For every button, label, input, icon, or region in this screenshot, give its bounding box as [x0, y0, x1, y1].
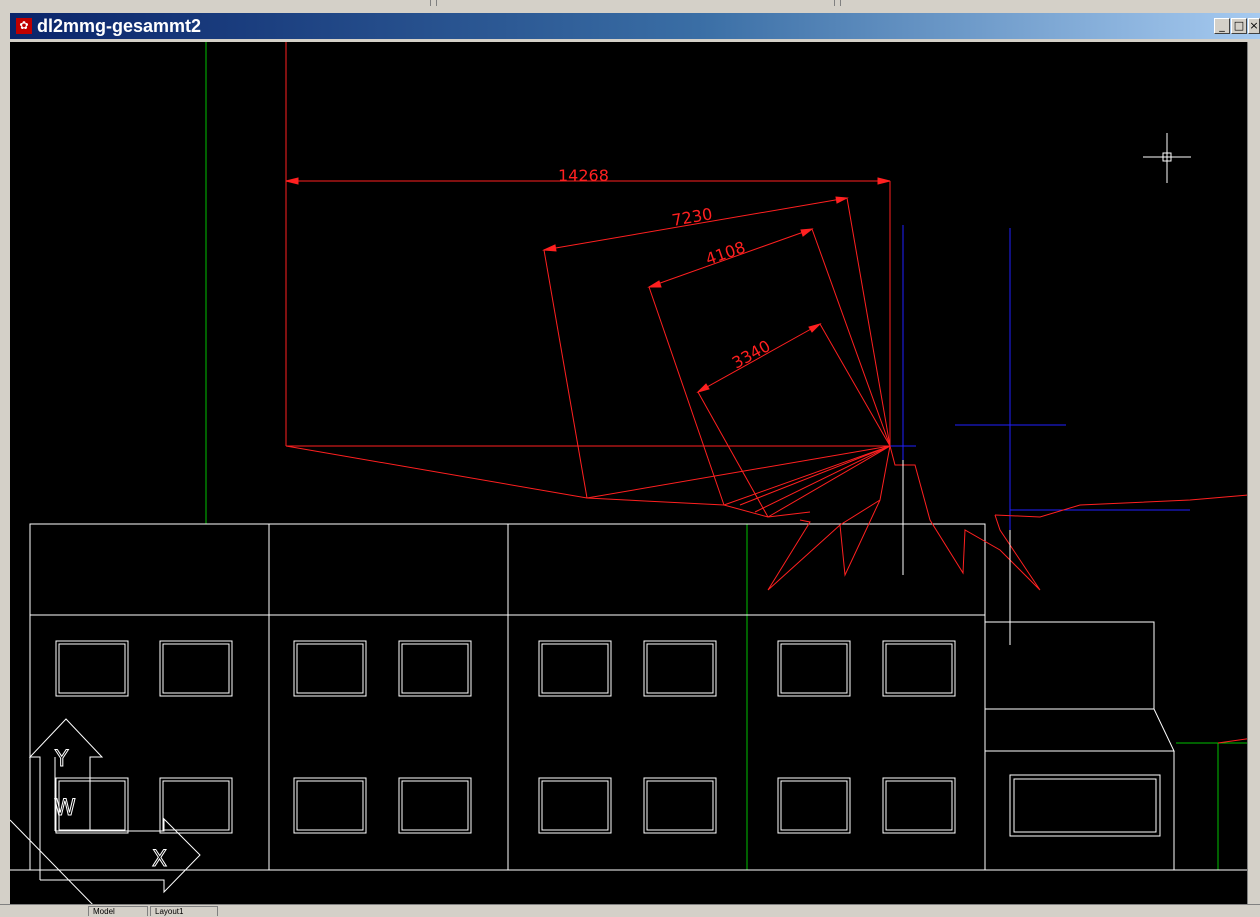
drawing-canvas[interactable]: 14268 7230 4108 3340 Y W X: [10, 42, 1260, 910]
ucs-icon: [10, 718, 201, 910]
building-window: [541, 780, 609, 831]
close-button[interactable]: ×: [1248, 18, 1260, 34]
arrowhead: [647, 280, 662, 288]
vertical-scrollbar[interactable]: [1247, 42, 1260, 910]
arrowhead: [696, 383, 710, 393]
dimension-3340[interactable]: 3340: [729, 336, 774, 372]
arrowhead: [800, 228, 814, 237]
tab-model[interactable]: Model: [88, 906, 148, 916]
ucs-w-label: W: [54, 796, 76, 821]
dimension-7230[interactable]: 7230: [670, 204, 713, 230]
ucs-x-label: X: [152, 847, 167, 872]
building-window: [646, 780, 714, 831]
annex-window-inner: [1013, 778, 1157, 833]
tree-outline: [889, 445, 1041, 591]
outline: [586, 497, 811, 518]
extension-line: [648, 286, 725, 506]
building-window: [646, 643, 714, 694]
cad-drawing: 14268 7230 4108 3340 Y W X: [10, 42, 1260, 910]
building-window: [643, 777, 717, 834]
tree-outline: [839, 499, 881, 577]
grid-lines: [205, 42, 1260, 870]
building-window: [159, 640, 233, 697]
window-titlebar[interactable]: ✿ dl2mmg-gesammt2 _ □ ×: [10, 13, 1260, 39]
building-window: [55, 640, 129, 697]
arrowhead: [285, 177, 299, 185]
building-window: [777, 640, 851, 697]
building-window: [162, 780, 230, 831]
ucs-y-label: Y: [54, 747, 69, 772]
axis-lines: [888, 225, 1190, 530]
building-window: [162, 643, 230, 694]
building-windows: [55, 640, 956, 834]
building-window: [159, 777, 233, 834]
arrowhead: [877, 177, 891, 185]
dimension-14268[interactable]: 14268: [558, 166, 609, 185]
ray-line: [739, 445, 891, 506]
building-window: [293, 640, 367, 697]
crosshair-cursor: [1143, 133, 1191, 183]
annex-window: [1009, 774, 1161, 837]
annex-roof: [985, 708, 1175, 752]
frame-tick: [834, 0, 835, 6]
building-window: [296, 643, 364, 694]
dimension-geometry: [285, 42, 1260, 744]
arrowhead: [835, 196, 849, 204]
building-window: [538, 777, 612, 834]
building-window: [401, 780, 469, 831]
contour-line: [994, 493, 1260, 518]
building-window: [780, 780, 848, 831]
extension-line: [811, 228, 891, 447]
tree-trunk: [902, 460, 1011, 645]
drawing-window: ✿ dl2mmg-gesammt2 _ □ × 14268 7230 4108 …: [8, 10, 1260, 916]
building-window: [777, 777, 851, 834]
frame-tick: [430, 0, 431, 6]
autocad-app-icon[interactable]: ✿: [16, 18, 32, 34]
building-window: [882, 777, 956, 834]
building-window: [401, 643, 469, 694]
tab-layout1[interactable]: Layout1: [150, 906, 218, 916]
building-window: [882, 640, 956, 697]
building-elevation: [10, 523, 1260, 871]
maximize-button[interactable]: □: [1231, 18, 1247, 34]
building-window: [885, 780, 953, 831]
building-window: [58, 643, 126, 694]
building-window: [541, 643, 609, 694]
ray-line: [754, 445, 891, 513]
building-window: [293, 777, 367, 834]
minimize-button[interactable]: _: [1214, 18, 1230, 34]
ray-line: [723, 445, 891, 506]
arrowhead: [542, 244, 557, 252]
frame-tick: [840, 0, 841, 6]
building-window: [780, 643, 848, 694]
building-window: [885, 643, 953, 694]
frame-tick: [436, 0, 437, 6]
dimension-4108[interactable]: 4108: [703, 238, 748, 269]
window-title: dl2mmg-gesammt2: [37, 16, 202, 36]
arrowhead: [808, 323, 822, 333]
building-window: [398, 640, 472, 697]
building-window: [538, 640, 612, 697]
building-window: [398, 777, 472, 834]
building-window: [296, 780, 364, 831]
parent-window-frame: [0, 0, 1260, 10]
extension-line: [543, 249, 588, 499]
building-window: [643, 640, 717, 697]
